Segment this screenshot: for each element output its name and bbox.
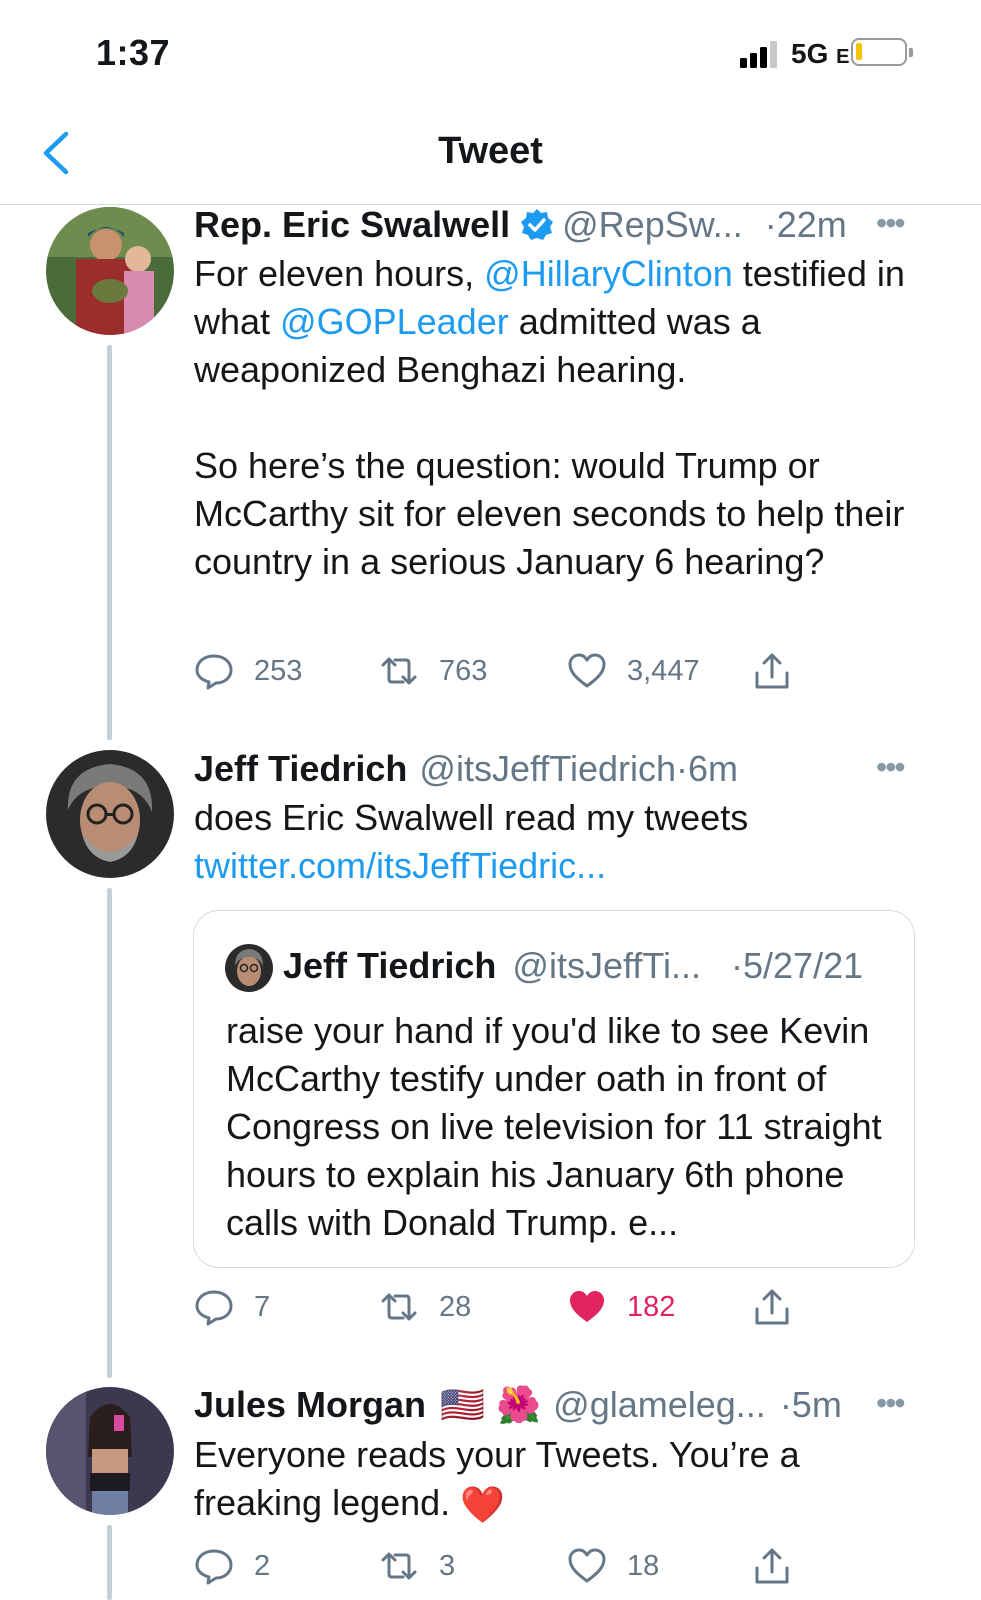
tweet-actions: 2 3 18 <box>194 1546 814 1586</box>
tweet-header: Rep. Eric Swalwell @RepSw... ·22m <box>194 204 847 246</box>
thread-connector <box>107 888 112 1378</box>
retweet-button[interactable]: 28 <box>379 1287 471 1327</box>
verified-badge-icon <box>521 209 554 240</box>
mention-link[interactable]: @GOPLeader <box>280 301 509 342</box>
reply-icon <box>195 654 233 690</box>
like-button[interactable]: 3,447 <box>567 651 700 691</box>
avatar[interactable] <box>46 750 174 878</box>
share-button[interactable] <box>752 651 792 691</box>
tweet-time: ·22m <box>764 204 847 245</box>
tweet-time: ·5/27/21 <box>731 945 864 986</box>
retweet-button[interactable]: 3 <box>379 1546 455 1586</box>
more-options-icon[interactable]: ••• <box>876 749 906 786</box>
more-options-icon[interactable]: ••• <box>876 1385 906 1422</box>
share-button[interactable] <box>752 1546 792 1586</box>
tweet-actions: 253 763 3,447 <box>194 651 814 691</box>
signal-strength-icon <box>740 40 784 68</box>
share-icon <box>755 653 789 689</box>
thread-connector <box>107 1525 112 1600</box>
battery-icon <box>851 38 913 66</box>
name-emojis: 🇺🇸 🌺 <box>440 1385 542 1426</box>
avatar <box>225 944 273 992</box>
reply-button[interactable]: 7 <box>194 1287 270 1327</box>
page-title: Tweet <box>438 130 543 172</box>
avatar[interactable] <box>46 1387 174 1515</box>
quoted-tweet-text: raise your hand if you'd like to see Kev… <box>226 1010 882 1243</box>
retweet-icon <box>381 1552 417 1580</box>
avatar[interactable] <box>46 207 174 335</box>
reply-button[interactable]: 2 <box>194 1546 270 1586</box>
retweet-icon <box>381 1293 417 1321</box>
heart-filled-icon <box>570 1291 604 1322</box>
thread-connector <box>107 345 112 740</box>
author-name[interactable]: Rep. Eric Swalwell <box>194 204 510 246</box>
red-heart-emoji: ❤️ <box>460 1484 506 1526</box>
author-handle[interactable]: @itsJeffTiedrich <box>419 748 676 790</box>
share-button[interactable] <box>752 1287 792 1327</box>
share-icon <box>755 1548 789 1584</box>
retweet-icon <box>381 657 417 685</box>
author-name[interactable]: Jules Morgan <box>194 1384 426 1426</box>
heart-icon <box>568 653 606 688</box>
status-bar: 1:37 5G E <box>0 0 981 100</box>
status-time: 1:37 <box>96 32 171 73</box>
retweet-button[interactable]: 763 <box>379 651 487 691</box>
reply-icon <box>195 1290 233 1326</box>
tweet-text: does Eric Swalwell read my tweets <box>194 797 749 838</box>
author-name: Jeff Tiedrich <box>283 945 497 986</box>
nav-bar: Tweet <box>0 100 981 205</box>
reply-icon <box>195 1549 233 1585</box>
author-handle: @itsJeffTi... <box>512 945 701 986</box>
author-handle[interactable]: @glameleg... <box>553 1384 766 1426</box>
quoted-tweet-header: Jeff Tiedrich @itsJeffTi... ·5/27/21 <box>283 945 863 987</box>
tweet-text: Everyone reads your Tweets. You’re a fre… <box>194 1431 934 1529</box>
author-handle[interactable]: @RepSw... <box>562 204 743 246</box>
more-options-icon[interactable]: ••• <box>876 205 906 242</box>
author-name[interactable]: Jeff Tiedrich <box>194 748 407 790</box>
tweet-header: Jeff Tiedrich @itsJeffTiedrich ·6m <box>194 748 738 790</box>
tweet-text-paragraph: So here’s the question: would Trump or M… <box>194 445 905 582</box>
reply-button[interactable]: 253 <box>194 651 302 691</box>
tweet-actions: 7 28 182 <box>194 1287 814 1327</box>
tweet-time: ·5m <box>779 1384 842 1425</box>
network-type: 5G E <box>791 38 850 69</box>
quoted-tweet[interactable]: Jeff Tiedrich @itsJeffTi... ·5/27/21 rai… <box>193 910 915 1268</box>
mention-link[interactable]: @HillaryClinton <box>484 253 733 294</box>
share-icon <box>755 1289 789 1325</box>
tweet-header: Jules Morgan 🇺🇸 🌺 @glameleg... ·5m <box>194 1384 842 1426</box>
tweet-text: For eleven hours, @HillaryClinton testif… <box>194 253 905 390</box>
tweet-time: ·6m <box>676 748 739 789</box>
like-button[interactable]: 18 <box>567 1546 659 1586</box>
heart-icon <box>568 1548 606 1583</box>
like-button[interactable]: 182 <box>567 1287 675 1327</box>
tweet-link[interactable]: twitter.com/itsJeffTiedric... <box>194 842 934 890</box>
